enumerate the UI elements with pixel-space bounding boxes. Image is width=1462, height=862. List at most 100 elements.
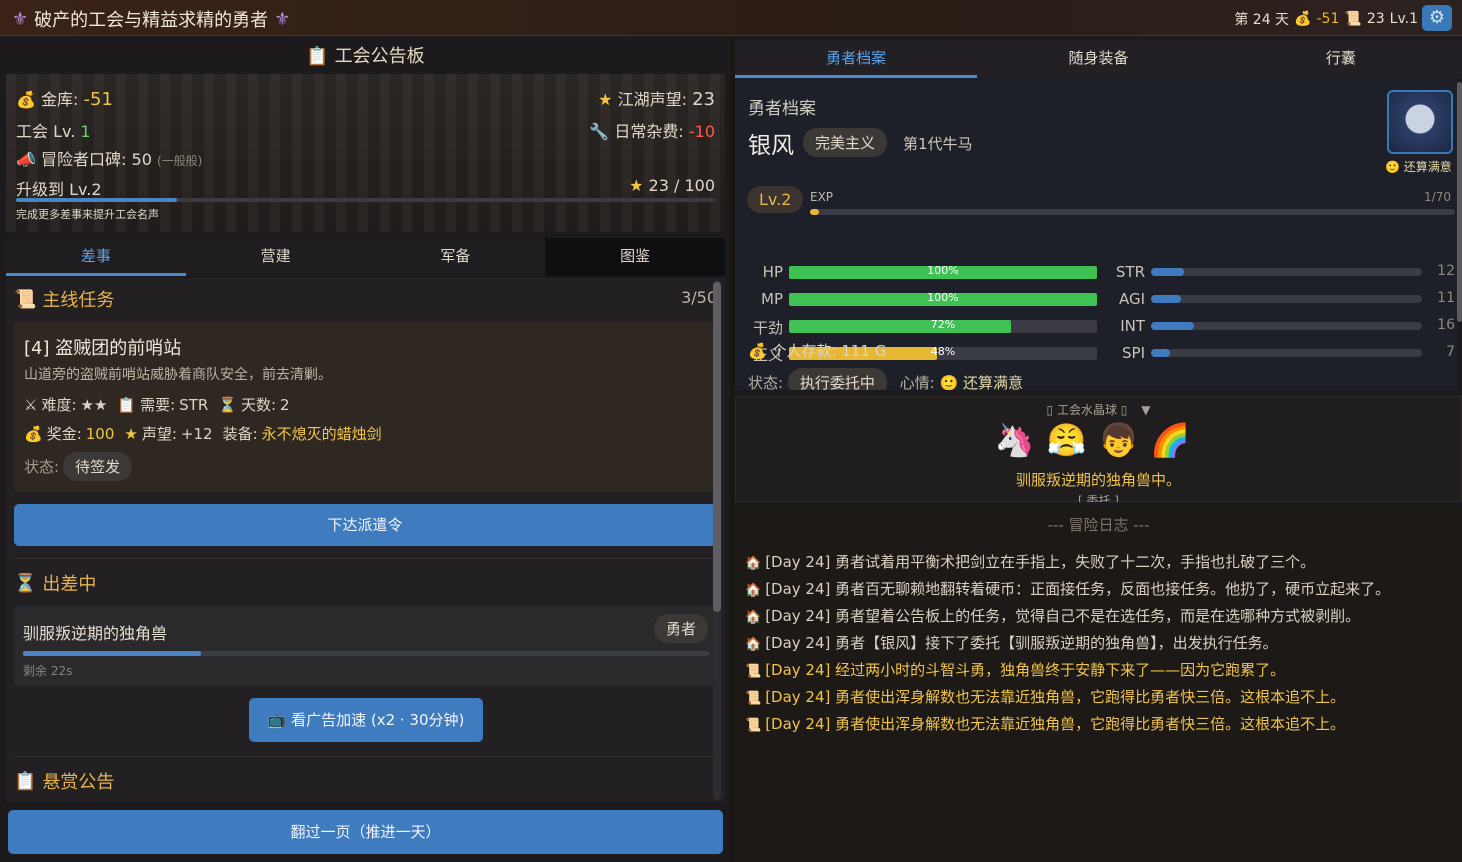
crystal-title: 工会水晶球 bbox=[1056, 403, 1117, 417]
fame-label: 声望: bbox=[141, 425, 177, 443]
attr-value: 16 bbox=[1437, 317, 1455, 333]
vital-bar-percent: 100% bbox=[927, 291, 959, 304]
crystal-header[interactable]: ▯ 工会水晶球 ▯ ▼ bbox=[736, 401, 1461, 418]
profile-title: 勇者档案 bbox=[748, 99, 816, 119]
attr-bar bbox=[1151, 322, 1422, 330]
gold-counter: -51 bbox=[1316, 11, 1340, 27]
quest-title: [4] 盗贼团的前哨站 bbox=[24, 338, 182, 359]
treasury-label: 金库: bbox=[41, 90, 79, 109]
clipboard-icon: 📋 bbox=[117, 395, 137, 414]
log-entry-text: [Day 24] 勇者【银风】接下了委托【驯服叛逆期的独角兽】，出发执行任务。 bbox=[765, 634, 1278, 652]
vital-bar: 100% bbox=[789, 291, 1097, 306]
attr-value: 11 bbox=[1437, 290, 1455, 306]
hero-status-badge: 执行委托中 bbox=[787, 368, 887, 390]
attr-label: AGI bbox=[1118, 290, 1145, 308]
attr-bar-fill bbox=[1151, 322, 1195, 330]
tab-tasks[interactable]: 差事 bbox=[6, 238, 186, 276]
house-icon: 🏠 bbox=[745, 583, 762, 598]
vital-bar-percent: 100% bbox=[927, 264, 959, 277]
log-entry: 📜 [Day 24] 勇者使出浑身解数也无法靠近独角兽，它跑得比勇者快三倍。这根本… bbox=[745, 713, 1345, 734]
difficulty-label: 难度: bbox=[41, 396, 77, 414]
upgrade-label: 升级到 Lv.2 bbox=[16, 180, 102, 199]
status-badge: 待签发 bbox=[63, 452, 133, 481]
tab-codex[interactable]: 图鉴 bbox=[545, 238, 725, 276]
next-day-button[interactable]: 翻过一页（推进一天） bbox=[8, 810, 723, 854]
hourglass-icon: ⏳ bbox=[14, 572, 37, 594]
main-quest-header: 📜 主线任务 bbox=[14, 286, 114, 312]
ad-speedup-button[interactable]: 📺 看广告加速 (x2 · 30分钟) bbox=[249, 698, 483, 742]
scrollbar-thumb[interactable] bbox=[713, 282, 721, 612]
attr-bar bbox=[1151, 349, 1422, 357]
exp-bar bbox=[810, 209, 1455, 215]
clipboard-icon: 📋 bbox=[306, 46, 329, 67]
wrench-icon: 🔧 bbox=[589, 122, 610, 141]
upgrade-progress-bar bbox=[16, 198, 715, 202]
tab-build[interactable]: 营建 bbox=[186, 238, 366, 276]
app-title-wrap: ⚜ 破产的工会与精益求精的勇者 ⚜ bbox=[12, 6, 290, 32]
trip-card: 驯服叛逆期的独角兽 勇者 剩余 22s bbox=[14, 606, 716, 686]
fleur-de-lis-icon: ⚜ bbox=[274, 8, 291, 30]
star-icon: ★ bbox=[629, 176, 644, 195]
hero-name: 银风 bbox=[748, 133, 794, 159]
mood-label: 心情: bbox=[899, 374, 935, 390]
smiley-icon: 🙂 bbox=[939, 374, 959, 390]
tab-inventory[interactable]: 行囊 bbox=[1220, 40, 1462, 78]
avatar-mood: 🙂 还算满意 bbox=[1385, 158, 1452, 175]
upkeep-row: 🔧 日常杂费: -10 bbox=[589, 118, 715, 142]
bounty-title: 悬赏公告 bbox=[42, 772, 115, 793]
megaphone-icon: 📣 bbox=[16, 150, 36, 169]
bar-label: MP bbox=[761, 290, 783, 308]
dispatch-button[interactable]: 下达派遣令 bbox=[14, 504, 716, 546]
task-list-scrollbar[interactable] bbox=[713, 280, 721, 800]
trip-remaining: 剩余 22s bbox=[23, 664, 73, 678]
scroll-icon: 📜 bbox=[745, 718, 762, 733]
right-panel: 勇者档案 随身装备 行囊 勇者档案 银风 完美主义 第1代牛马 🙂 还算满意 L… bbox=[735, 36, 1462, 862]
attr-bar-fill bbox=[1151, 268, 1184, 276]
trip-title: 出差中 bbox=[42, 574, 97, 595]
settings-gear-icon[interactable]: ⚙ bbox=[1422, 5, 1452, 31]
upgrade-progress-value: 23 / 100 bbox=[648, 176, 715, 195]
ad-speedup-label: 看广告加速 (x2 · 30分钟) bbox=[291, 711, 465, 729]
mood-value: 还算满意 bbox=[962, 374, 1023, 390]
crystal-emoji: 👦 bbox=[1098, 421, 1151, 459]
tab-hero-profile[interactable]: 勇者档案 bbox=[735, 40, 978, 78]
top-stats: 第 24 天 💰 -51 📜 23 Lv.1 bbox=[1234, 9, 1418, 29]
crystal-cut-text: [ 委托 ] bbox=[1078, 494, 1119, 502]
guild-level: Lv.1 bbox=[1389, 11, 1418, 27]
level-badge: Lv.2 bbox=[747, 186, 804, 213]
trait-badge: 完美主义 bbox=[803, 128, 888, 157]
top-bar: ⚜ 破产的工会与精益求精的勇者 ⚜ 第 24 天 💰 -51 📜 23 Lv.1… bbox=[0, 0, 1462, 36]
log-header: --- 冒险日志 --- bbox=[1047, 516, 1150, 534]
vital-bar-percent: 72% bbox=[930, 318, 956, 331]
status-label: 状态: bbox=[24, 458, 60, 476]
tab-armory[interactable]: 军备 bbox=[366, 238, 546, 276]
need-label: 需要: bbox=[140, 396, 176, 414]
attr-bar-fill bbox=[1151, 349, 1170, 357]
task-list: 📜 主线任务 3/50 [4] 盗贼团的前哨站 山道旁的盗贼前哨站威胁着商队安全… bbox=[6, 278, 725, 802]
house-icon: 🏠 bbox=[745, 556, 762, 571]
bar-label: 干劲 bbox=[752, 319, 783, 337]
tv-icon: 📺 bbox=[267, 711, 287, 729]
chevron-down-icon: ▼ bbox=[1141, 403, 1151, 417]
scroll-icon: 📜 bbox=[745, 664, 762, 679]
fame-label: 江湖声望: bbox=[617, 90, 687, 109]
quest-status-row: 状态: 待签发 bbox=[24, 452, 133, 481]
attr-label: STR bbox=[1115, 263, 1145, 281]
crystal-caption: 驯服叛逆期的独角兽中。 bbox=[1015, 471, 1181, 489]
attr-bar bbox=[1151, 268, 1422, 276]
quest-meta-1: ⚔ 难度: ★★ 📋 需要: STR ⏳ 天数: 2 bbox=[24, 394, 290, 415]
log-entry-text: [Day 24] 勇者百无聊赖地翻转着硬币：正面接任务，反面也接任务。他扔了，硬… bbox=[765, 580, 1391, 598]
upgrade-hint: 完成更多差事来提升工会名声 bbox=[16, 208, 159, 221]
app-title: 破产的工会与精益求精的勇者 bbox=[34, 10, 269, 31]
house-icon: 🏠 bbox=[745, 610, 762, 625]
days-value: 2 bbox=[280, 395, 290, 414]
quest-card[interactable]: [4] 盗贼团的前哨站 山道旁的盗贼前哨站威胁着商队安全，前去清剿。 ⚔ 难度:… bbox=[14, 322, 716, 492]
hero-avatar[interactable] bbox=[1387, 90, 1453, 154]
money-bag-icon: 💰 bbox=[24, 424, 43, 443]
hero-status-label: 状态: bbox=[748, 374, 784, 390]
main-quest-count: 3/50 bbox=[681, 288, 717, 307]
profile-scrollbar[interactable] bbox=[1457, 82, 1462, 322]
tab-equipment[interactable]: 随身装备 bbox=[977, 40, 1219, 78]
attr-bar-fill bbox=[1151, 295, 1181, 303]
reputation-label: 冒险者口碑: bbox=[41, 150, 127, 169]
